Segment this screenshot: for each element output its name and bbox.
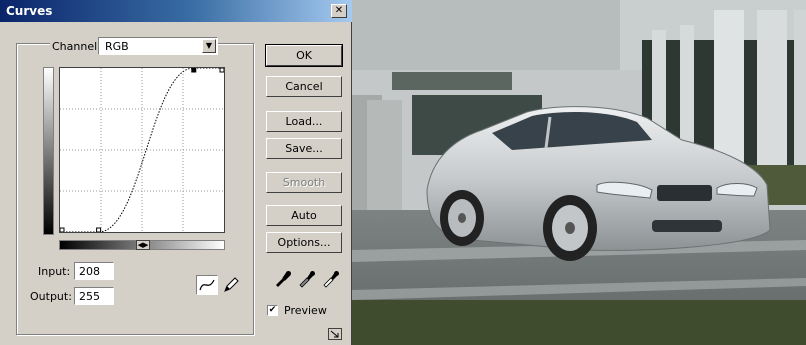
ok-button[interactable]: OK (265, 44, 343, 67)
pencil-tool-button[interactable] (221, 275, 241, 295)
output-label: Output: (30, 290, 72, 303)
black-eyedropper-icon[interactable] (273, 268, 293, 288)
load-button[interactable]: Load... (266, 111, 342, 132)
close-button[interactable]: ✕ (331, 4, 347, 18)
preview-label: Preview (284, 304, 327, 317)
auto-button[interactable]: Auto (266, 205, 342, 226)
chevron-down-icon[interactable]: ▼ (202, 39, 216, 53)
gradient-toggle-icon[interactable]: ◀▶ (136, 240, 150, 250)
save-button[interactable]: Save... (266, 138, 342, 159)
channel-value: RGB (105, 40, 129, 53)
curve-control-point[interactable] (219, 67, 225, 73)
expand-dialog-icon[interactable] (328, 328, 342, 340)
car-photo-svg (352, 0, 806, 345)
dialog-titlebar: Curves (0, 0, 352, 22)
curve-control-point[interactable] (96, 227, 102, 233)
curve-tool-button[interactable] (196, 275, 218, 295)
curve-control-point[interactable] (191, 67, 197, 73)
car-photo (352, 0, 806, 345)
curve-icon (199, 279, 215, 291)
pencil-icon (224, 277, 239, 292)
output-gradient-bar (43, 67, 54, 235)
curve-graph-svg (59, 67, 225, 233)
curve-control-point[interactable] (59, 227, 65, 233)
smooth-button[interactable]: Smooth (266, 172, 342, 193)
input-label: Input: (38, 265, 71, 278)
curve-graph[interactable] (59, 67, 225, 233)
output-field[interactable]: 255 (74, 287, 114, 305)
close-icon: ✕ (334, 5, 344, 16)
curves-dialog: Curves ✕ Channel: RGB ▼ ◀▶ Input: 208 Ou… (0, 0, 352, 345)
options-button[interactable]: Options... (266, 232, 342, 253)
cancel-button[interactable]: Cancel (266, 76, 342, 97)
channel-select[interactable]: RGB ▼ (98, 37, 218, 55)
white-eyedropper-icon[interactable] (321, 268, 341, 288)
input-field[interactable]: 208 (74, 262, 114, 280)
dialog-title: Curves (6, 4, 53, 18)
gray-eyedropper-icon[interactable] (297, 268, 317, 288)
channel-label: Channel: (50, 40, 103, 53)
preview-checkbox[interactable]: ✔ (267, 305, 278, 316)
